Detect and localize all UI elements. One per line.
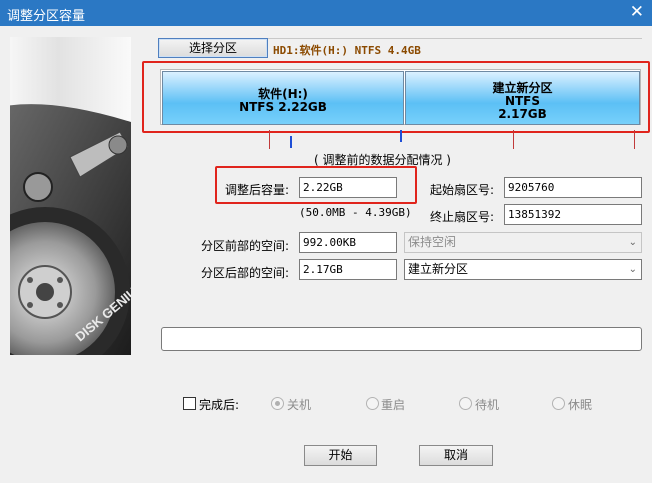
- end-sector-input[interactable]: 13851392: [504, 204, 642, 225]
- space-after-input[interactable]: 2.17GB: [299, 259, 397, 280]
- chevron-down-icon: ⌄: [628, 264, 637, 275]
- highlight-box-partition-map: [142, 61, 650, 133]
- ruler-marker: [400, 130, 402, 142]
- disk-info-label: HD1:软件(H:) NTFS 4.4GB: [273, 44, 421, 57]
- start-sector-input[interactable]: 9205760: [504, 177, 642, 198]
- ruler-tick: [269, 130, 270, 149]
- after-completion-label: 完成后:: [199, 398, 240, 412]
- window-title: 调整分区容量: [7, 9, 86, 24]
- space-before-input[interactable]: 992.00KB: [299, 232, 397, 253]
- title-bar: 调整分区容量 ✕: [0, 0, 652, 26]
- after-completion-checkbox[interactable]: [183, 397, 196, 410]
- disk-genius-image: DISK GENIUS: [10, 37, 131, 355]
- space-before-label: 分区前部的空间:: [201, 239, 290, 253]
- chevron-down-icon: ⌄: [628, 237, 637, 248]
- radio-standby[interactable]: [459, 397, 472, 410]
- close-icon[interactable]: ✕: [630, 2, 644, 22]
- radio-shutdown-label: 关机: [287, 398, 312, 412]
- hard-disk-icon: DISK GENIUS: [10, 104, 131, 355]
- radio-hibernate[interactable]: [552, 397, 565, 410]
- space-after-select[interactable]: 建立新分区 ⌄: [404, 259, 642, 280]
- progress-bar: [161, 327, 642, 351]
- space-before-select: 保持空闲 ⌄: [404, 232, 642, 253]
- start-button[interactable]: 开始: [304, 445, 377, 466]
- partition-ruler: [160, 130, 641, 150]
- end-sector-label: 终止扇区号:: [430, 210, 495, 224]
- cancel-button[interactable]: 取消: [419, 445, 493, 466]
- select-partition-button[interactable]: 选择分区: [158, 38, 268, 58]
- ruler-tick: [634, 130, 635, 149]
- radio-restart-label: 重启: [381, 398, 406, 412]
- space-after-label: 分区后部的空间:: [201, 266, 290, 280]
- radio-restart[interactable]: [366, 397, 379, 410]
- size-range-hint: (50.0MB - 4.39GB): [299, 206, 412, 219]
- dialog-body: DISK GENIUS 选择分区 HD1:软件(H:) NTFS 4.4GB 软…: [0, 26, 652, 483]
- space-before-option: 保持空闲: [408, 235, 457, 249]
- highlight-box-size: [215, 166, 417, 204]
- start-sector-label: 起始扇区号:: [430, 183, 495, 197]
- radio-shutdown[interactable]: [271, 397, 284, 410]
- radio-standby-label: 待机: [475, 398, 500, 412]
- ruler-marker: [290, 136, 292, 148]
- ruler-tick: [513, 130, 514, 149]
- space-after-option: 建立新分区: [408, 262, 469, 276]
- radio-hibernate-label: 休眠: [568, 398, 593, 412]
